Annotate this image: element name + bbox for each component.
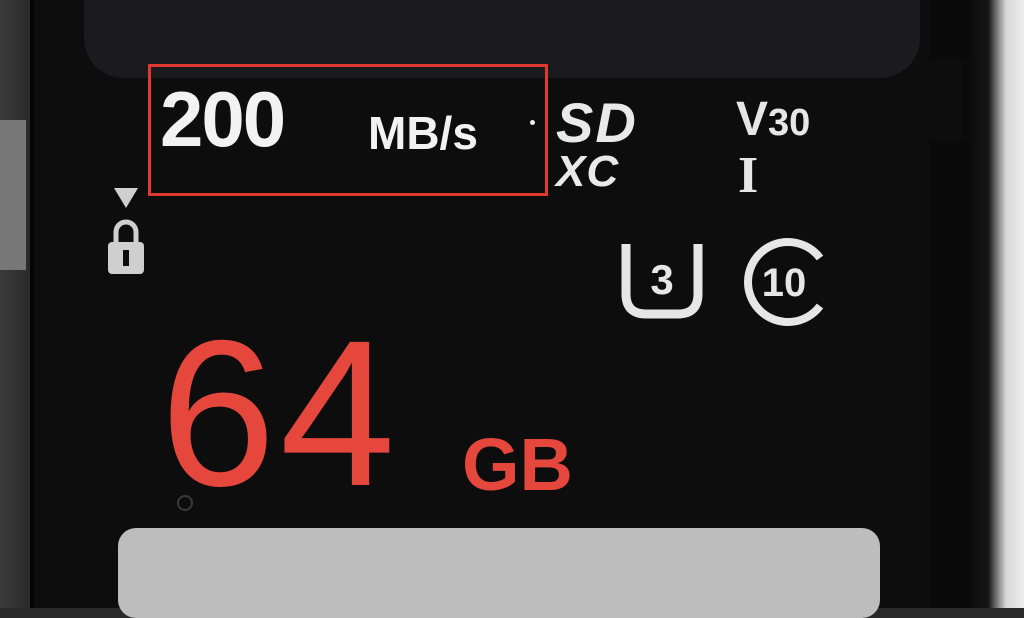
write-protect-lock-icon — [108, 188, 144, 274]
xc-logo: XC — [556, 147, 620, 196]
video-class-number: 30 — [768, 102, 811, 144]
speed-dot — [530, 120, 535, 125]
card-right-edge — [964, 0, 1024, 608]
uhs-speed-class-icon: 3 — [621, 244, 703, 319]
speed-number: 200 — [160, 75, 286, 163]
uhs-speed-class-number: 3 — [650, 256, 673, 303]
capacity-number: 64 — [160, 298, 400, 530]
edge-step-bottom — [930, 140, 972, 608]
edge-step-top — [930, 0, 972, 60]
uhs-bus-mark: I — [738, 147, 759, 204]
video-class-letter: V — [736, 93, 769, 146]
video-speed-class: V30 — [736, 96, 810, 144]
blank-label-area — [118, 528, 880, 618]
sd-logo: SD — [556, 91, 638, 154]
copyright-mark-icon — [177, 495, 193, 511]
left-edge-strip — [0, 120, 26, 270]
speed-class-number: 10 — [762, 261, 807, 305]
speed-class-icon: 10 — [744, 238, 824, 326]
capacity-unit: GB — [462, 423, 573, 506]
speed-unit: MB/s — [368, 107, 478, 159]
